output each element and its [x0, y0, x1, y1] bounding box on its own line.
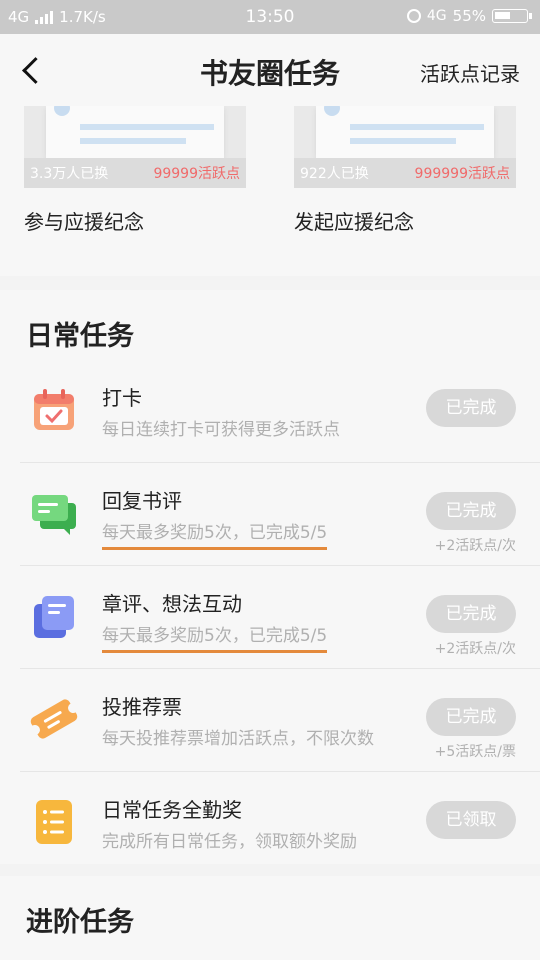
task-desc: 完成所有日常任务，领取额外奖励 [102, 832, 357, 852]
redeem-label: 发起应援纪念 [294, 210, 414, 234]
redeem-points: 999999活跃点 [414, 166, 510, 182]
task-item-full-attendance: 日常任务全勤奖 完成所有日常任务，领取额外奖励 已领取 [0, 772, 540, 875]
task-reward: +2活跃点/次 [434, 641, 516, 657]
task-item-checkin: 打卡 每日连续打卡可获得更多活跃点 已完成 [0, 360, 540, 463]
section-title: 进阶任务 [26, 907, 134, 938]
list-icon [36, 800, 72, 844]
daily-tasks-section: 日常任务 打卡 每日连续打卡可获得更多活跃点 已完成 回复书评 每天最多奖励5次… [0, 290, 540, 864]
calendar-icon [34, 389, 74, 430]
task-name: 回复书评 [102, 489, 182, 513]
task-desc: 每天投推荐票增加活跃点，不限次数 [102, 729, 374, 749]
redeem-count: 3.3万人已换 [30, 166, 109, 182]
activity-record-link[interactable]: 活跃点记录 [420, 58, 520, 87]
notes-icon [34, 596, 74, 638]
redeem-points: 99999活跃点 [153, 166, 240, 182]
redeem-section: 3.3万人已换 99999活跃点 参与应援纪念 922人已换 999999活跃点… [0, 106, 540, 276]
task-name: 章评、想法互动 [102, 592, 242, 616]
task-name: 打卡 [102, 386, 142, 410]
net-type: 4G [426, 8, 447, 24]
task-status-button[interactable]: 已领取 [426, 801, 516, 839]
status-bar: 4G 1.7K/s 13:50 4G 55% [0, 0, 540, 34]
section-title: 日常任务 [26, 321, 134, 352]
task-desc: 每天最多奖励5次，已完成5/5 [102, 621, 328, 653]
task-status-button[interactable]: 已完成 [426, 389, 516, 427]
task-desc: 每天最多奖励5次，已完成5/5 [102, 518, 328, 550]
redeem-card[interactable]: 3.3万人已换 99999活跃点 参与应援纪念 [24, 106, 246, 235]
redeem-label: 参与应援纪念 [24, 210, 144, 234]
task-name: 日常任务全勤奖 [102, 798, 242, 822]
advanced-tasks-section: 进阶任务 [0, 876, 540, 960]
task-item-recommend-vote: 投推荐票 每天投推荐票增加活跃点，不限次数 已完成 +5活跃点/票 [0, 669, 540, 772]
alarm-icon [406, 9, 421, 23]
task-item-chapter-interaction: 章评、想法互动 每天最多奖励5次，已完成5/5 已完成 +2活跃点/次 [0, 566, 540, 669]
redeem-card[interactable]: 922人已换 999999活跃点 发起应援纪念 [294, 106, 516, 235]
battery-percent: 55% [452, 7, 486, 25]
battery-icon [492, 9, 532, 23]
redeem-count: 922人已换 [300, 166, 369, 182]
task-item-reply-review: 回复书评 每天最多奖励5次，已完成5/5 已完成 +2活跃点/次 [0, 463, 540, 566]
redeem-thumbnail: 922人已换 999999活跃点 [294, 106, 516, 188]
task-status-button[interactable]: 已完成 [426, 492, 516, 530]
task-name: 投推荐票 [102, 695, 182, 719]
ticket-icon [30, 699, 78, 739]
task-reward: +5活跃点/票 [434, 744, 516, 760]
comment-icon [32, 495, 76, 535]
task-desc: 每日连续打卡可获得更多活跃点 [102, 420, 340, 440]
task-status-button[interactable]: 已完成 [426, 595, 516, 633]
app-header: 书友圈任务 活跃点记录 [0, 34, 540, 106]
redeem-thumbnail: 3.3万人已换 99999活跃点 [24, 106, 246, 188]
task-reward: +2活跃点/次 [434, 538, 516, 554]
task-status-button[interactable]: 已完成 [426, 698, 516, 736]
